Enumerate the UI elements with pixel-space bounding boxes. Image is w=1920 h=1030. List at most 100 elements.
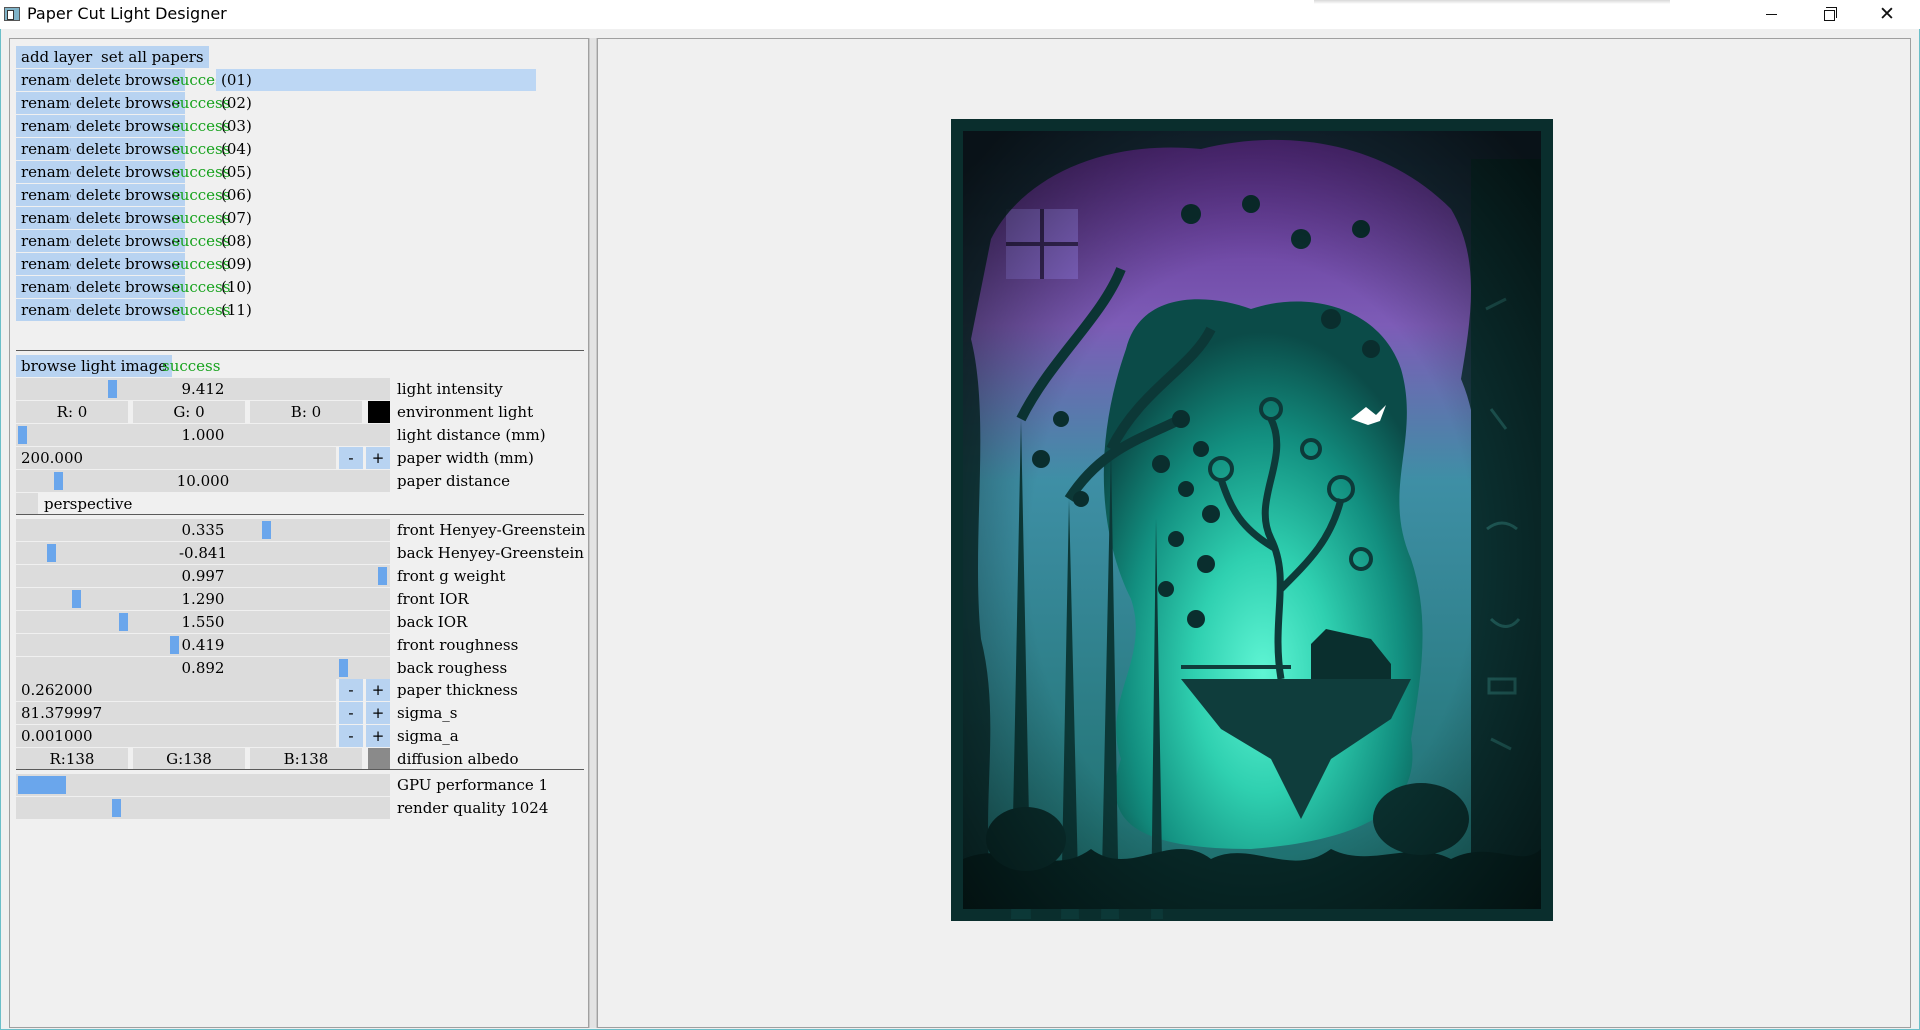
front-g-weight-slider[interactable]: 0.997 [16, 565, 390, 587]
light-intensity-label: light intensity [397, 380, 503, 398]
render-preview-image [951, 119, 1553, 921]
front-ior-value: 1.290 [181, 590, 225, 608]
paper-thickness-input[interactable]: 0.262000 [16, 679, 336, 701]
window-title: Paper Cut Light Designer [27, 4, 227, 23]
environment-g-value: G: 0 [173, 403, 205, 421]
sigma-a-label: sigma_a [397, 727, 459, 745]
albedo-g-value: G:138 [166, 750, 212, 768]
paper-width-label: paper width (mm) [397, 449, 534, 467]
albedo-color-swatch[interactable] [368, 748, 390, 770]
perspective-label: perspective [44, 495, 133, 513]
back-hg-value: -0.841 [178, 544, 227, 562]
sigma-s-value: 81.379997 [21, 704, 103, 722]
albedo-b-field[interactable]: B:138 [250, 748, 362, 770]
slider-handle[interactable] [111, 799, 121, 817]
back-ior-label: back IOR [397, 613, 468, 631]
albedo-g-field[interactable]: G:138 [133, 748, 245, 770]
separator [16, 769, 584, 770]
paper-thickness-label: paper thickness [397, 681, 518, 699]
front-roughness-label: front roughness [397, 636, 519, 654]
back-hg-slider[interactable]: -0.841 [16, 542, 390, 564]
gpu-performance-fill[interactable] [18, 776, 67, 794]
layer-name[interactable]: (08) [216, 230, 252, 252]
light-intensity-slider[interactable]: 9.412 [16, 378, 390, 400]
front-roughness-value: 0.419 [181, 636, 225, 654]
minimize-button[interactable] [1742, 0, 1800, 29]
back-roughness-value: 0.892 [181, 659, 225, 677]
layer-name[interactable]: (11) [216, 299, 252, 321]
paper-thickness-increment-button[interactable]: + [366, 679, 390, 701]
paper-distance-slider[interactable]: 10.000 [16, 470, 390, 492]
title-bar: Paper Cut Light Designer ✕ [0, 0, 1920, 29]
render-preview-panel [597, 38, 1911, 1028]
sigma-s-increment-button[interactable]: + [366, 702, 390, 724]
environment-b-value: B: 0 [290, 403, 322, 421]
browse-light-image-button[interactable]: browse light image [16, 355, 173, 377]
close-button[interactable]: ✕ [1858, 0, 1916, 29]
front-ior-label: front IOR [397, 590, 469, 608]
layer-name[interactable]: (04) [216, 138, 252, 160]
back-ior-slider[interactable]: 1.550 [16, 611, 390, 633]
light-distance-slider[interactable]: 1.000 [16, 424, 390, 446]
sigma-s-label: sigma_s [397, 704, 458, 722]
paper-distance-value: 10.000 [176, 472, 230, 490]
title-bar-shadow [1314, 0, 1670, 4]
front-hg-label: front Henyey-Greenstein g [397, 521, 600, 539]
perspective-checkbox[interactable] [16, 493, 38, 515]
separator [16, 350, 584, 351]
back-roughness-label: back roughess [397, 659, 508, 677]
sigma-s-decrement-button[interactable]: - [339, 702, 363, 724]
separator [16, 514, 584, 515]
paper-width-value: 200.000 [21, 449, 84, 467]
environment-color-swatch[interactable] [368, 401, 390, 423]
paper-thickness-value: 0.262000 [21, 681, 93, 699]
diffusion-albedo-label: diffusion albedo [397, 750, 519, 768]
layer-name[interactable]: (05) [216, 161, 252, 183]
render-quality-slider[interactable] [16, 797, 390, 819]
front-hg-slider[interactable]: 0.335 [16, 519, 390, 541]
sigma-a-input[interactable]: 0.001000 [16, 725, 336, 747]
front-g-weight-label: front g weight [397, 567, 506, 585]
front-roughness-slider[interactable]: 0.419 [16, 634, 390, 656]
add-layer-button[interactable]: add layer [16, 46, 98, 68]
light-distance-label: light distance (mm) [397, 426, 546, 444]
close-icon: ✕ [1879, 3, 1895, 25]
app-icon [4, 7, 20, 21]
layer-name[interactable]: (10) [216, 276, 252, 298]
maximize-button[interactable] [1800, 0, 1858, 29]
albedo-r-value: R:138 [49, 750, 95, 768]
set-all-papers-button[interactable]: set all papers [96, 46, 209, 68]
back-roughness-slider[interactable]: 0.892 [16, 657, 390, 679]
environment-g-field[interactable]: G: 0 [133, 401, 245, 423]
paper-width-input[interactable]: 200.000 [16, 447, 336, 469]
render-quality-label: render quality 1024 [397, 799, 549, 817]
restore-icon [1823, 7, 1837, 21]
layer-name[interactable]: (09) [216, 253, 252, 275]
layer-name[interactable]: (06) [216, 184, 252, 206]
environment-light-label: environment light [397, 403, 534, 421]
paper-width-increment-button[interactable]: + [366, 447, 390, 469]
gpu-performance-label: GPU performance 1 [397, 776, 549, 794]
paper-distance-label: paper distance [397, 472, 510, 490]
albedo-b-value: B:138 [283, 750, 329, 768]
minimize-icon [1765, 14, 1777, 15]
environment-b-field[interactable]: B: 0 [250, 401, 362, 423]
sigma-a-decrement-button[interactable]: - [339, 725, 363, 747]
albedo-r-field[interactable]: R:138 [16, 748, 128, 770]
panel-splitter[interactable] [589, 38, 597, 1028]
layer-name[interactable]: (02) [216, 92, 252, 114]
sigma-a-increment-button[interactable]: + [366, 725, 390, 747]
layer-name[interactable]: (03) [216, 115, 252, 137]
light-intensity-value: 9.412 [181, 380, 225, 398]
sigma-s-input[interactable]: 81.379997 [16, 702, 336, 724]
layer-name[interactable]: (01) [216, 69, 536, 91]
layer-name[interactable]: (07) [216, 207, 252, 229]
gpu-performance-slider[interactable] [16, 774, 390, 796]
environment-r-field[interactable]: R: 0 [16, 401, 128, 423]
control-panel: add layer set all papers rename delete bro… [9, 38, 600, 1028]
paper-thickness-decrement-button[interactable]: - [339, 679, 363, 701]
light-distance-value: 1.000 [181, 426, 225, 444]
front-ior-slider[interactable]: 1.290 [16, 588, 390, 610]
paper-width-decrement-button[interactable]: - [339, 447, 363, 469]
window-client: add layer set all papers rename delete bro… [0, 29, 1920, 1030]
